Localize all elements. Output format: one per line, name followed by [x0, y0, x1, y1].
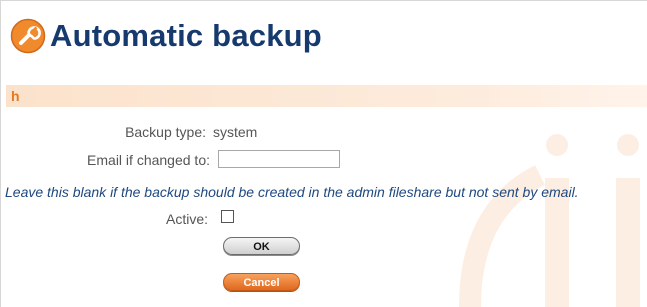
backup-type-label: Backup type:	[125, 124, 206, 140]
cancel-button[interactable]: Cancel	[223, 273, 300, 291]
email-label: Email if changed to:	[87, 152, 210, 168]
active-checkbox[interactable]	[221, 210, 234, 223]
page-title: Automatic backup	[50, 18, 322, 53]
email-field[interactable]	[218, 150, 340, 168]
section-header: h	[6, 85, 647, 107]
backup-type-value: system	[213, 124, 258, 140]
frame-top-border	[0, 0, 647, 1]
active-label: Active:	[165, 211, 208, 227]
page-header: Automatic backup	[10, 12, 322, 60]
wrench-icon	[10, 18, 46, 54]
ok-button[interactable]: OK	[223, 237, 300, 255]
frame-left-border	[0, 0, 1, 307]
section-title: h	[11, 88, 20, 104]
help-text: Leave this blank if the backup should be…	[5, 184, 579, 200]
